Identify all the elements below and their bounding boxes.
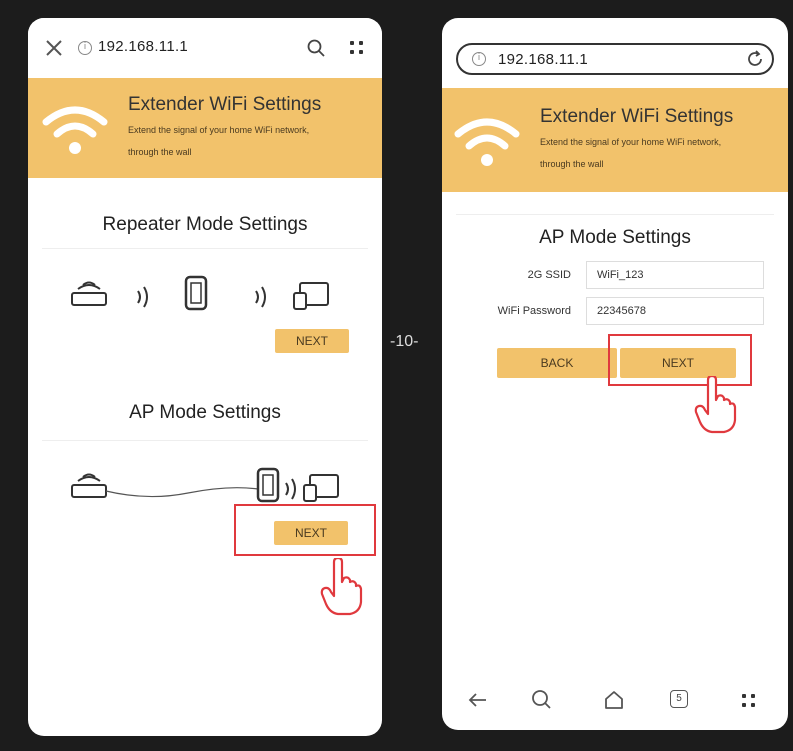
banner-title: Extender WiFi Settings <box>540 106 734 127</box>
url-text[interactable]: 192.168.11.1 <box>498 51 588 68</box>
page-number: -10- <box>390 333 419 350</box>
browser-address-bar[interactable]: i 192.168.11.1 <box>456 43 774 75</box>
menu-dots-icon[interactable] <box>350 41 364 55</box>
url-text[interactable]: 192.168.11.1 <box>98 38 188 55</box>
browser-bottom-nav: 5 <box>442 670 788 730</box>
banner-subtitle-line1: Extend the signal of your home WiFi netw… <box>128 125 310 135</box>
back-button[interactable]: BACK <box>497 348 617 378</box>
back-arrow-icon[interactable] <box>464 686 492 714</box>
devices-icon <box>303 474 339 502</box>
reload-icon[interactable] <box>746 50 764 68</box>
info-icon[interactable]: i <box>78 41 92 55</box>
ap-mode-title: AP Mode Settings <box>539 227 691 248</box>
repeater-diagram <box>71 275 329 311</box>
password-input[interactable]: 22345678 <box>586 297 764 325</box>
ssid-input[interactable]: WiFi_123 <box>586 261 764 289</box>
extender-icon <box>184 275 208 311</box>
password-label: WiFi Password <box>497 305 571 317</box>
banner-subtitle-line1: Extend the signal of your home WiFi netw… <box>540 137 722 147</box>
ap-diagram <box>71 467 339 503</box>
home-icon[interactable] <box>600 686 628 714</box>
repeater-mode-title: Repeater Mode Settings <box>102 214 308 235</box>
left-phone-screen: i 192.168.11.1 Extender WiFi Settings Ex… <box>28 18 382 736</box>
search-icon[interactable] <box>528 686 556 714</box>
repeater-next-button[interactable]: NEXT <box>275 329 349 353</box>
banner-title: Extender WiFi Settings <box>128 94 322 115</box>
devices-icon <box>293 282 329 310</box>
banner-subtitle-line2: through the wall <box>540 159 604 169</box>
ssid-label: 2G SSID <box>527 269 571 281</box>
settings-banner: Extender WiFi Settings Extend the signal… <box>28 78 382 178</box>
menu-dots-icon[interactable] <box>742 694 756 708</box>
browser-address-bar: i 192.168.11.1 <box>28 18 382 78</box>
wifi-icon <box>42 106 108 154</box>
pointing-hand-icon <box>694 376 737 434</box>
ethernet-cable <box>105 487 259 498</box>
pointing-hand-icon <box>320 558 363 616</box>
right-phone-screen: i 192.168.11.1 Extender WiFi Settings Ex… <box>442 18 788 730</box>
router-icon <box>71 281 107 306</box>
close-icon[interactable] <box>44 38 64 58</box>
extender-icon <box>256 467 280 503</box>
info-icon[interactable]: i <box>472 52 486 66</box>
tabs-button[interactable]: 5 <box>670 690 688 708</box>
ap-mode-title: AP Mode Settings <box>129 402 281 423</box>
search-icon[interactable] <box>306 38 326 58</box>
signal-waves-icon <box>285 478 296 500</box>
signal-waves-icon <box>255 286 266 308</box>
settings-banner: Extender WiFi Settings Extend the signal… <box>442 88 788 192</box>
repeater-mode-card: NEXT <box>42 248 368 367</box>
signal-waves-icon <box>137 286 148 308</box>
router-icon <box>71 473 107 498</box>
wifi-icon <box>454 118 520 166</box>
highlight-box <box>234 504 376 556</box>
banner-subtitle-line2: through the wall <box>128 147 192 157</box>
